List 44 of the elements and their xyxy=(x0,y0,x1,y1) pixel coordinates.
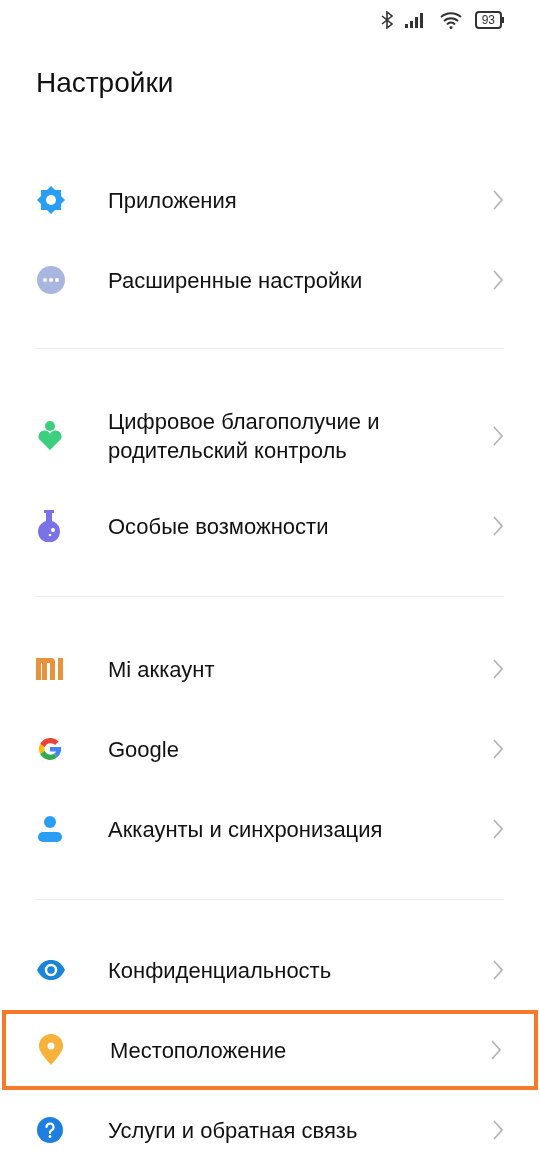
help-icon xyxy=(36,1116,64,1144)
settings-item[interactable]: Google xyxy=(0,709,540,789)
item-label: Цифровое благополучие и родительский контроль xyxy=(108,408,381,465)
wifi-icon xyxy=(438,11,463,29)
chevron-right-icon xyxy=(492,515,504,537)
more-icon xyxy=(36,265,66,295)
item-label: Расширенные настройки xyxy=(108,266,364,295)
settings-item[interactable]: Цифровое благополучие и родительский контроль xyxy=(0,386,540,486)
chevron-right-icon xyxy=(492,738,504,760)
item-label: Mi аккаунт xyxy=(108,655,216,684)
mi-logo-icon xyxy=(36,658,64,680)
item-label: Аккаунты и синхронизация xyxy=(108,815,384,844)
item-label: Услуги и обратная связь xyxy=(108,1116,359,1145)
flask-icon xyxy=(36,510,62,542)
chevron-right-icon xyxy=(492,189,504,211)
chevron-right-icon xyxy=(492,818,504,840)
settings-item[interactable]: Приложения xyxy=(0,160,540,240)
item-label: Google xyxy=(108,735,180,764)
person-icon xyxy=(36,815,64,843)
chevron-right-icon xyxy=(490,1039,502,1061)
person-heart-icon xyxy=(36,420,64,452)
item-label: Особые возможности xyxy=(108,512,330,541)
item-label: Местоположение xyxy=(110,1036,288,1065)
gear-icon xyxy=(36,185,66,215)
location-pin-icon xyxy=(38,1034,64,1066)
settings-item[interactable]: Особые возможности xyxy=(0,486,540,566)
battery-indicator: 93 xyxy=(474,11,502,29)
page-title: Настройки xyxy=(36,66,174,100)
chevron-right-icon xyxy=(492,1119,504,1141)
settings-item[interactable]: Аккаунты и синхронизация xyxy=(0,789,540,869)
chevron-right-icon xyxy=(492,425,504,447)
settings-item[interactable]: Местоположение xyxy=(2,1010,538,1090)
eye-icon xyxy=(36,959,66,981)
bluetooth-icon xyxy=(380,11,393,29)
chevron-right-icon xyxy=(492,658,504,680)
chevron-right-icon xyxy=(492,959,504,981)
settings-item[interactable]: Расширенные настройки xyxy=(0,240,540,320)
item-label: Приложения xyxy=(108,186,238,215)
chevron-right-icon xyxy=(492,269,504,291)
settings-item[interactable]: Конфиденциальность xyxy=(0,930,540,1010)
settings-item[interactable]: Услуги и обратная связь xyxy=(0,1090,540,1170)
item-label: Конфиденциальность xyxy=(108,956,333,985)
google-icon xyxy=(36,735,64,763)
settings-item[interactable]: Mi аккаунт xyxy=(0,629,540,709)
